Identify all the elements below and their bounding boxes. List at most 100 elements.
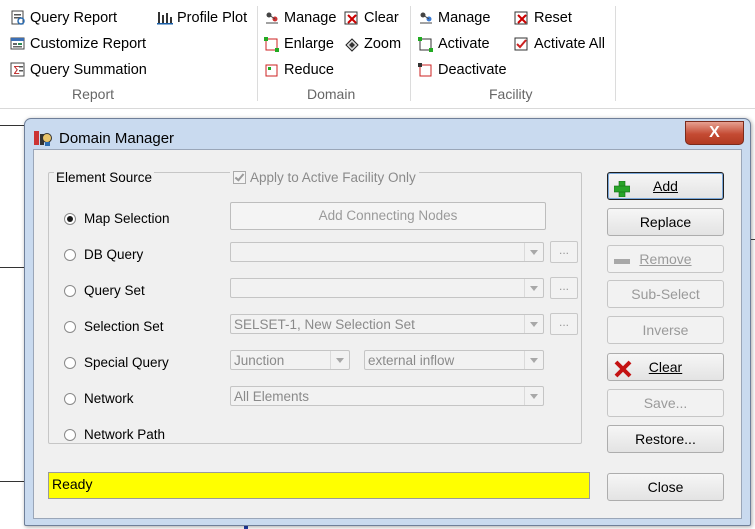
- query-summation-button[interactable]: Σ Query Summation: [10, 62, 147, 78]
- domain-manage-button[interactable]: Manage: [264, 10, 336, 26]
- domain-reduce-button[interactable]: Reduce: [264, 62, 334, 78]
- network-dropdown[interactable]: All Elements: [230, 386, 544, 406]
- radio-query-set[interactable]: Query Set: [64, 283, 145, 298]
- element-source-legend: Element Source: [54, 170, 155, 185]
- activate-all-icon: [514, 36, 530, 52]
- close-button[interactable]: Close: [607, 473, 724, 501]
- domain-enlarge-button[interactable]: Enlarge: [264, 36, 334, 52]
- clear-button-label: Clear: [648, 359, 683, 375]
- add-button[interactable]: Add: [607, 172, 724, 200]
- manage-icon: [264, 10, 280, 26]
- profile-plot-icon: [157, 10, 173, 26]
- chevron-down-icon: [524, 351, 543, 369]
- customize-report-label: Customize Report: [30, 36, 147, 52]
- db-query-dropdown[interactable]: [230, 242, 544, 262]
- facility-activate-button[interactable]: Activate: [418, 36, 490, 52]
- clear-icon: [344, 10, 360, 26]
- radio-selected-icon: [64, 212, 76, 225]
- query-summation-label: Query Summation: [30, 62, 147, 78]
- facility-reset-button[interactable]: Reset: [514, 10, 572, 26]
- clear-button[interactable]: Clear: [607, 353, 724, 381]
- query-set-browse-button[interactable]: ...: [550, 277, 578, 299]
- chevron-down-icon: [524, 387, 543, 405]
- profile-plot-button[interactable]: Profile Plot: [157, 10, 247, 26]
- checkbox-checked-icon: [233, 171, 246, 184]
- activate-icon: [418, 36, 434, 52]
- domain-manager-dialog: Domain Manager X Element Source Apply to…: [24, 118, 751, 526]
- domain-manage-label: Manage: [284, 10, 337, 26]
- facility-manage-label: Manage: [438, 10, 491, 26]
- radio-label: Network Path: [84, 427, 166, 442]
- facility-activate-all-button[interactable]: Activate All: [514, 36, 605, 52]
- facility-activate-all-label: Activate All: [534, 36, 605, 52]
- chevron-down-icon: [524, 315, 543, 333]
- manage-icon: [418, 10, 434, 26]
- domain-zoom-label: Zoom: [364, 36, 402, 52]
- dialog-close-button[interactable]: X: [685, 121, 744, 145]
- radio-unselected-icon: [64, 284, 76, 297]
- domain-group-label: Domain: [307, 86, 356, 102]
- dialog-titlebar[interactable]: Domain Manager X: [25, 119, 750, 153]
- radio-network-path[interactable]: Network Path: [64, 427, 165, 442]
- facility-activate-label: Activate: [438, 36, 490, 52]
- special-query-type-dropdown[interactable]: Junction: [230, 350, 350, 370]
- domain-reduce-label: Reduce: [284, 62, 334, 78]
- domain-enlarge-label: Enlarge: [284, 36, 334, 52]
- group-divider: [257, 6, 258, 101]
- db-query-browse-button[interactable]: ...: [550, 241, 578, 263]
- query-report-button[interactable]: Query Report: [10, 10, 117, 26]
- facility-deactivate-label: Deactivate: [438, 62, 507, 78]
- inverse-button[interactable]: Inverse: [607, 316, 724, 344]
- red-x-icon: [614, 360, 632, 378]
- facility-deactivate-button[interactable]: Deactivate: [418, 62, 507, 78]
- restore-button[interactable]: Restore...: [607, 425, 724, 453]
- replace-button[interactable]: Replace: [607, 208, 724, 236]
- dropdown-value: Junction: [234, 353, 285, 368]
- facility-reset-label: Reset: [534, 10, 572, 26]
- svg-text:Σ: Σ: [13, 64, 20, 77]
- domain-manager-icon: [33, 128, 53, 148]
- special-query-value-dropdown[interactable]: external inflow: [364, 350, 544, 370]
- domain-clear-button[interactable]: Clear: [344, 10, 399, 26]
- radio-unselected-icon: [64, 392, 76, 405]
- radio-db-query[interactable]: DB Query: [64, 247, 143, 262]
- radio-label: DB Query: [84, 247, 144, 262]
- remove-button[interactable]: Remove: [607, 245, 724, 273]
- apply-active-facility-checkbox[interactable]: Apply to Active Facility Only: [230, 170, 419, 185]
- minus-icon: [614, 252, 630, 268]
- selection-set-dropdown[interactable]: SELSET-1, New Selection Set: [230, 314, 544, 334]
- sub-select-button[interactable]: Sub-Select: [607, 280, 724, 308]
- save-button[interactable]: Save...: [607, 389, 724, 417]
- enlarge-icon: [264, 36, 280, 52]
- report-group-label: Report: [72, 86, 115, 102]
- radio-unselected-icon: [64, 356, 76, 369]
- customize-report-button[interactable]: Customize Report: [10, 36, 146, 52]
- group-divider: [615, 6, 616, 101]
- radio-special-query[interactable]: Special Query: [64, 355, 169, 370]
- chevron-down-icon: [524, 279, 543, 297]
- add-connecting-nodes-button[interactable]: Add Connecting Nodes: [230, 202, 546, 230]
- reset-icon: [514, 10, 530, 26]
- radio-selection-set[interactable]: Selection Set: [64, 319, 164, 334]
- remove-button-label: Remove: [639, 251, 692, 267]
- facility-manage-button[interactable]: Manage: [418, 10, 490, 26]
- radio-map-selection[interactable]: Map Selection: [64, 211, 170, 226]
- apply-active-facility-label: Apply to Active Facility Only: [250, 170, 416, 185]
- add-button-label: Add: [653, 178, 678, 194]
- reduce-icon: [264, 62, 280, 78]
- radio-network[interactable]: Network: [64, 391, 134, 406]
- group-divider: [410, 6, 411, 101]
- query-set-dropdown[interactable]: [230, 278, 544, 298]
- radio-unselected-icon: [64, 248, 76, 261]
- radio-label: Map Selection: [84, 211, 170, 226]
- radio-label: Query Set: [84, 283, 145, 298]
- ribbon: Query Report Customize Report Σ Query Su…: [0, 0, 755, 109]
- customize-report-icon: [10, 36, 26, 52]
- radio-label: Network: [84, 391, 134, 406]
- plus-icon: [613, 179, 631, 198]
- radio-unselected-icon: [64, 428, 76, 441]
- selection-set-browse-button[interactable]: ...: [550, 313, 578, 335]
- radio-unselected-icon: [64, 320, 76, 333]
- deactivate-icon: [418, 62, 434, 78]
- domain-zoom-button[interactable]: Zoom: [344, 36, 401, 52]
